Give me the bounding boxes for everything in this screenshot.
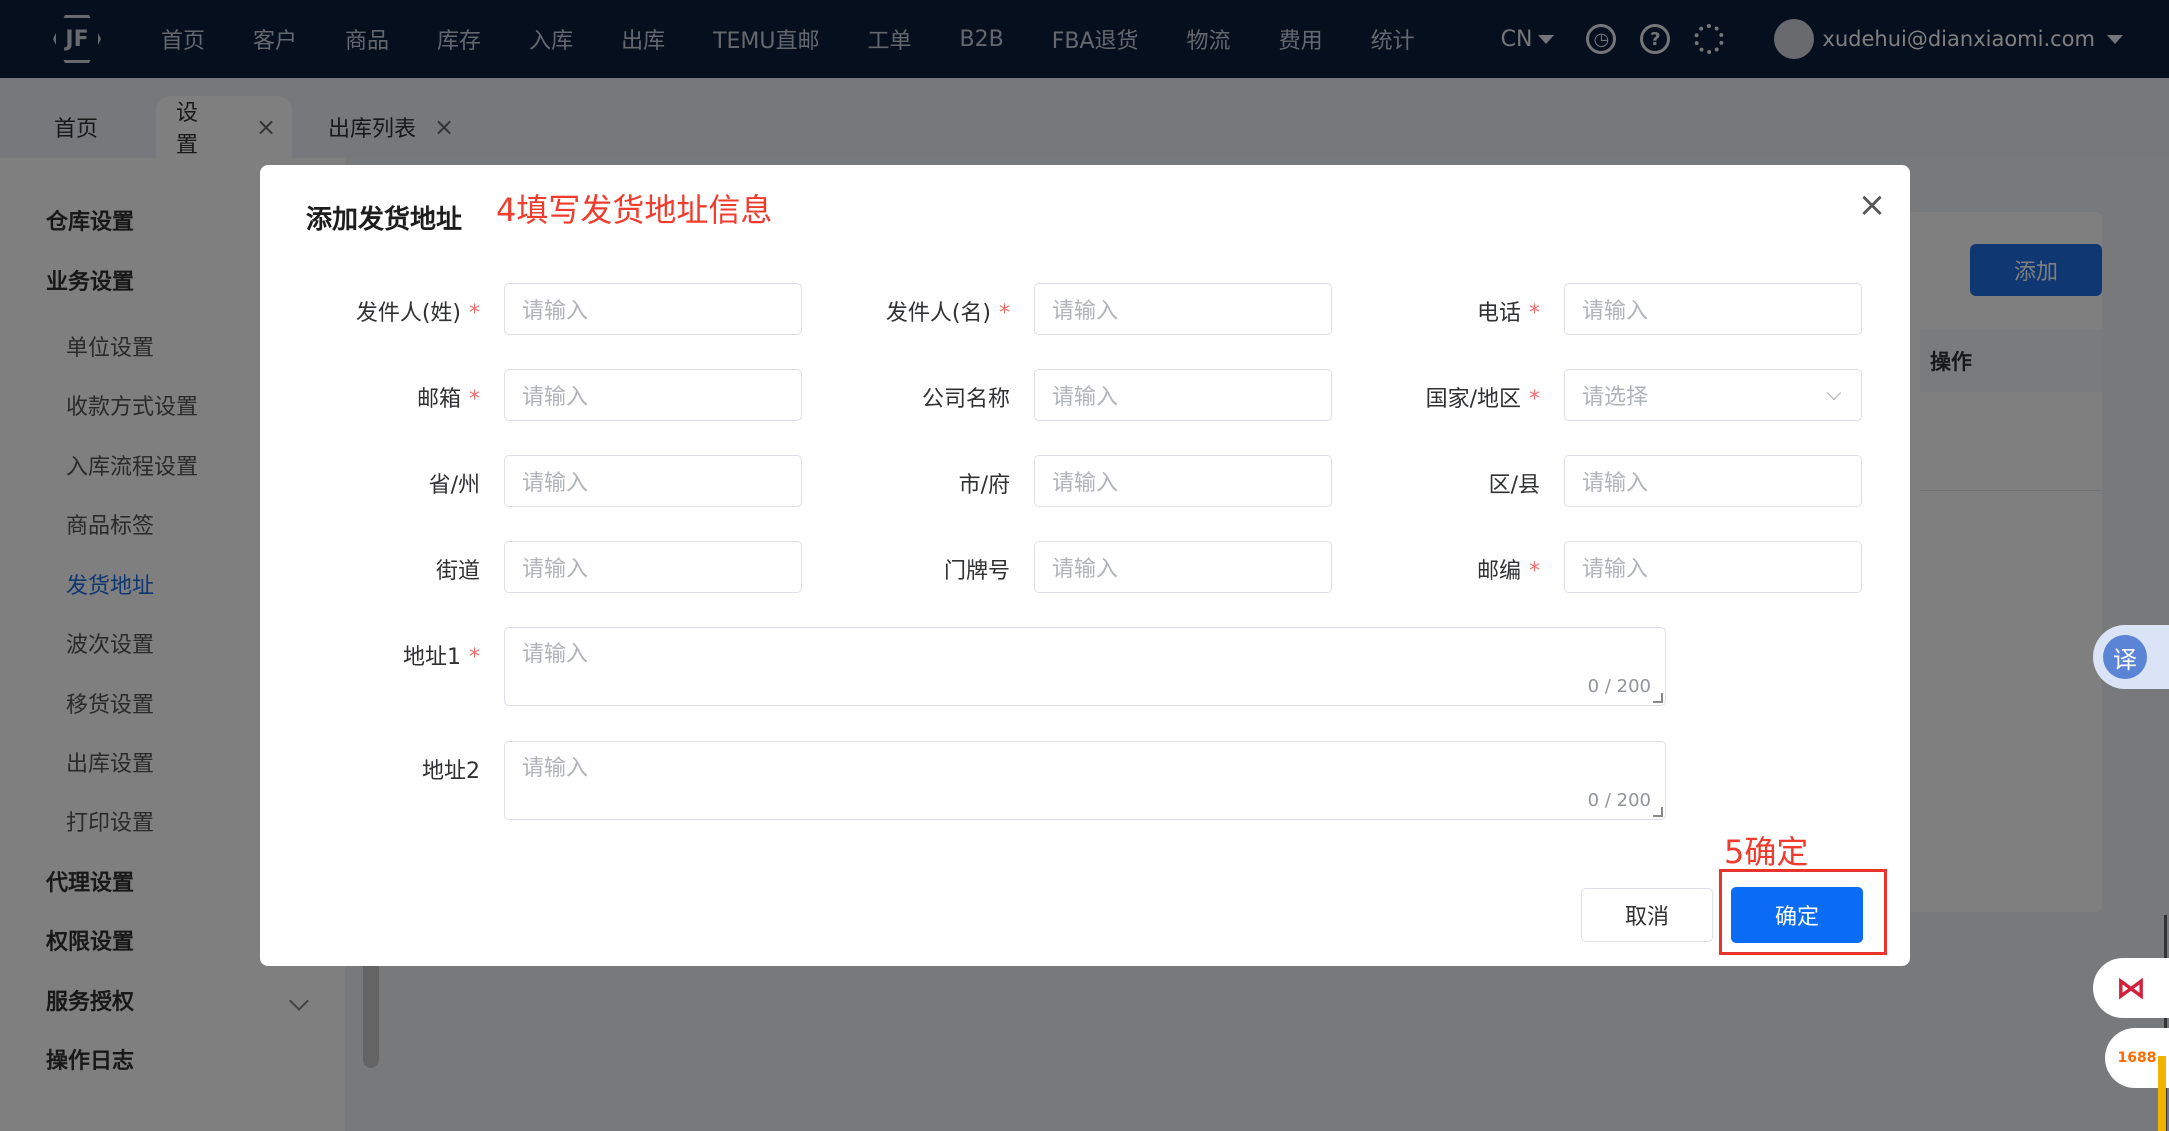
network-icon[interactable]: ⋈ <box>2093 958 2169 1018</box>
label-text: 街道 <box>435 559 480 584</box>
translate-icon: 译 <box>2103 635 2147 679</box>
field-label-email: 邮箱 * <box>280 381 480 413</box>
address1-textarea[interactable]: 请输入 0 / 200 <box>504 627 1666 706</box>
street-input[interactable]: 请输入 <box>504 541 802 593</box>
select-placeholder: 请选择 <box>1582 385 1649 410</box>
label-text: 地址2 <box>422 759 480 784</box>
first-name-input[interactable]: 请输入 <box>1034 283 1332 335</box>
field-label-phone: 电话 * <box>1340 295 1540 327</box>
phone-input[interactable]: 请输入 <box>1564 283 1862 335</box>
field-label-last-name: 发件人(姓) * <box>280 295 480 327</box>
required-mark: * <box>1529 387 1540 412</box>
field-label-address1: 地址1 * <box>280 639 480 671</box>
field-label-city: 市/府 <box>810 467 1010 499</box>
required-mark: * <box>469 645 480 670</box>
add-ship-address-dialog: 添加发货地址 4填写发货地址信息 × 发件人(姓) * 请输入 发件人(名) * 请… <box>260 165 1910 966</box>
required-mark: * <box>469 301 480 326</box>
label-text: 邮编 <box>1476 559 1521 584</box>
label-text: 发件人(姓) <box>355 301 461 326</box>
label-text: 区/县 <box>1488 473 1540 498</box>
label-text: 公司名称 <box>921 387 1010 412</box>
field-label-zip: 邮编 * <box>1340 553 1540 585</box>
edge-bar <box>2158 1056 2166 1131</box>
required-mark: * <box>1529 301 1540 326</box>
textarea-placeholder: 请输入 <box>522 756 589 781</box>
cancel-button[interactable]: 取消 <box>1581 888 1713 942</box>
required-mark: * <box>1529 559 1540 584</box>
label-text: 邮箱 <box>416 387 461 412</box>
label-text: 门牌号 <box>943 559 1010 584</box>
label-text: 省/州 <box>428 473 480 498</box>
house-no-input[interactable]: 请输入 <box>1034 541 1332 593</box>
confirm-button[interactable]: 确定 <box>1731 887 1863 943</box>
field-label-company: 公司名称 <box>810 381 1010 413</box>
resize-handle[interactable] <box>1653 693 1663 703</box>
chevron-down-icon <box>1826 385 1842 401</box>
required-mark: * <box>999 301 1010 326</box>
dialog-title: 添加发货地址 <box>306 205 463 235</box>
field-label-street: 街道 <box>280 553 480 585</box>
char-counter: 0 / 200 <box>1587 790 1651 811</box>
company-input[interactable]: 请输入 <box>1034 369 1332 421</box>
textarea-placeholder: 请输入 <box>522 642 589 667</box>
field-label-house-no: 门牌号 <box>810 553 1010 585</box>
last-name-input[interactable]: 请输入 <box>504 283 802 335</box>
label-text: 地址1 <box>403 645 461 670</box>
label-text: 发件人(名) <box>885 301 991 326</box>
required-mark: * <box>469 387 480 412</box>
annotation-step5: 5确定 <box>1724 833 1809 871</box>
district-input[interactable]: 请输入 <box>1564 455 1862 507</box>
translate-widget[interactable]: 译 <box>2093 625 2169 689</box>
address2-textarea[interactable]: 请输入 0 / 200 <box>504 741 1666 820</box>
country-select[interactable]: 请选择 <box>1564 369 1862 421</box>
email-input[interactable]: 请输入 <box>504 369 802 421</box>
field-label-first-name: 发件人(名) * <box>810 295 1010 327</box>
close-icon[interactable]: × <box>1852 185 1892 225</box>
province-input[interactable]: 请输入 <box>504 455 802 507</box>
char-counter: 0 / 200 <box>1587 676 1651 697</box>
label-text: 电话 <box>1476 301 1521 326</box>
annotation-step4: 4填写发货地址信息 <box>496 191 773 229</box>
label-text: 市/府 <box>958 473 1010 498</box>
field-label-district: 区/县 <box>1340 467 1540 499</box>
resize-handle[interactable] <box>1653 807 1663 817</box>
label-text: 国家/地区 <box>1425 387 1521 412</box>
zip-input[interactable]: 请输入 <box>1564 541 1862 593</box>
field-label-country: 国家/地区 * <box>1340 381 1540 413</box>
field-label-province: 省/州 <box>280 467 480 499</box>
city-input[interactable]: 请输入 <box>1034 455 1332 507</box>
field-label-address2: 地址2 <box>280 753 480 785</box>
